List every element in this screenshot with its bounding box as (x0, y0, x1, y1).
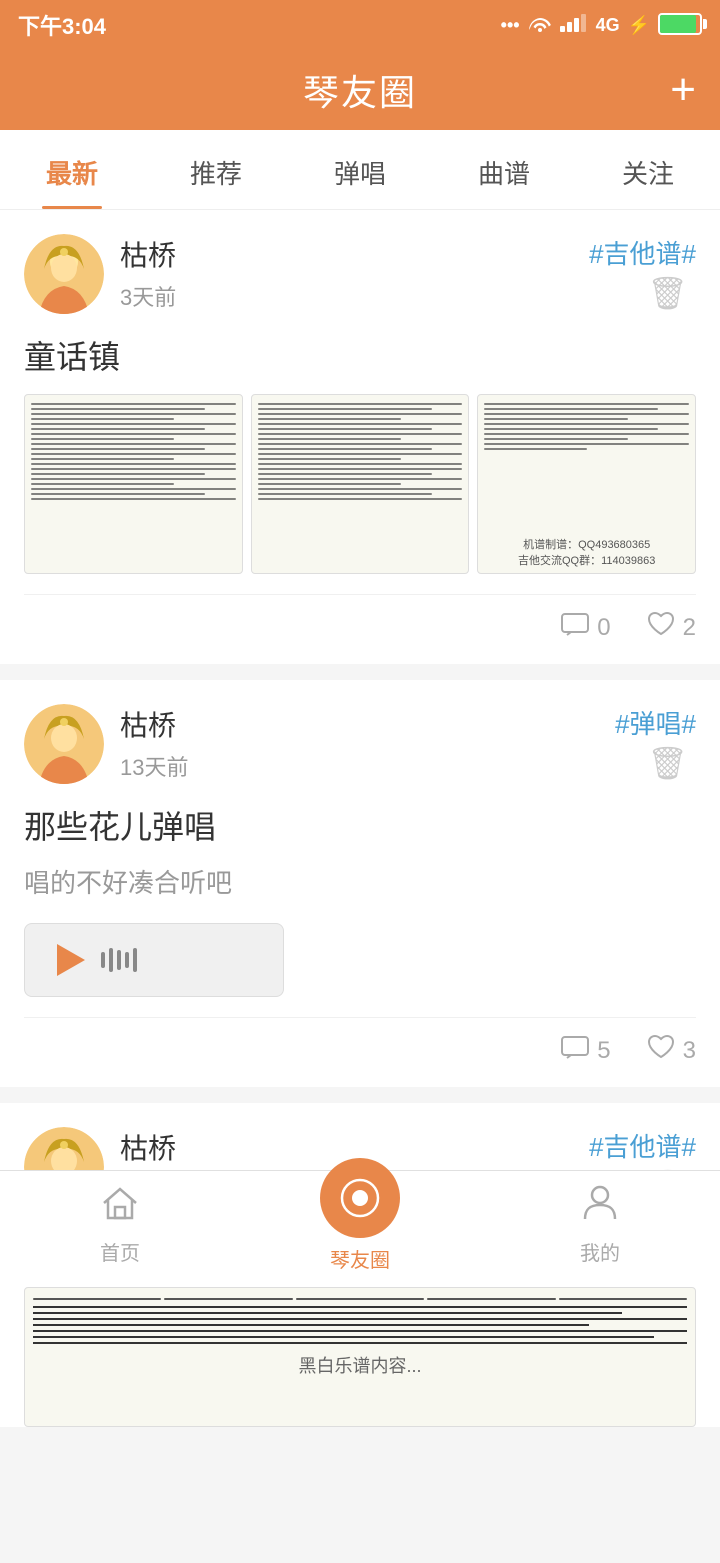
tab-sheets[interactable]: 曲谱 (432, 130, 576, 209)
tab-performance[interactable]: 弹唱 (288, 130, 432, 209)
lightning-icon: ⚡ (628, 15, 650, 36)
tab-latest[interactable]: 最新 (0, 130, 144, 209)
like-count: 3 (683, 1037, 696, 1065)
feed-content: 枯桥 #吉他谱# 3天前 🗑 童话镇 (0, 210, 720, 1563)
tab-follow[interactable]: 关注 (576, 130, 720, 209)
wave-1 (101, 952, 105, 968)
avatar[interactable] (24, 704, 104, 784)
post-tag[interactable]: #弹唱# (615, 704, 696, 741)
sheet-thumb-3[interactable]: 机谱制谱：QQ493680365 吉他交流QQ群：114039863 (477, 394, 696, 574)
avatar[interactable] (24, 234, 104, 314)
signal-bars (560, 14, 588, 37)
app-header: 琴友圈 + (0, 50, 720, 130)
comment-action[interactable]: 5 (561, 1035, 610, 1067)
comment-icon (561, 612, 589, 644)
sheet-preview[interactable]: 黑白乐谱内容... (24, 1287, 696, 1427)
post-header: 枯桥 #弹唱# 13天前 🗑 (24, 704, 696, 786)
person-icon (583, 1185, 617, 1231)
nav-home-label: 首页 (100, 1237, 140, 1266)
comment-count: 5 (597, 1037, 610, 1065)
post-footer: 0 2 (24, 594, 696, 664)
post-meta-row: 枯桥 #吉他谱# (120, 234, 696, 274)
post-meta-row: 枯桥 #吉他谱# (120, 1127, 696, 1167)
sheet-thumb-2[interactable] (251, 394, 470, 574)
status-icons: ••• 4G ⚡ (501, 13, 702, 38)
comment-count: 0 (597, 614, 610, 642)
like-icon (647, 611, 675, 644)
nav-home[interactable]: 首页 (0, 1185, 240, 1266)
post-item: 枯桥 #弹唱# 13天前 🗑 那些花儿弹唱 唱的不好凑合听吧 (0, 680, 720, 1087)
wave-3 (117, 950, 121, 970)
sound-waves (101, 948, 137, 972)
sheet-music-images: 机谱制谱：QQ493680365 吉他交流QQ群：114039863 (24, 394, 696, 574)
carrier-dots: ••• (501, 15, 520, 36)
post-tag[interactable]: #吉他谱# (589, 234, 696, 271)
watermark: 机谱制谱：QQ493680365 吉他交流QQ群：114039863 (478, 536, 695, 573)
tab-recommend[interactable]: 推荐 (144, 130, 288, 209)
wave-5 (133, 948, 137, 972)
nav-community-label: 琴友圈 (330, 1244, 390, 1273)
nav-profile[interactable]: 我的 (480, 1185, 720, 1266)
play-button[interactable] (57, 944, 85, 976)
post-header: 枯桥 #吉他谱# 3天前 🗑 (24, 234, 696, 316)
nav-profile-label: 我的 (580, 1237, 620, 1266)
tab-bar: 最新 推荐 弹唱 曲谱 关注 (0, 130, 720, 210)
header-title: 琴友圈 (303, 64, 417, 116)
status-time: 下午3:04 (18, 9, 106, 41)
post-item: 枯桥 #吉他谱# 3天前 🗑 童话镇 (0, 210, 720, 664)
post-tag[interactable]: #吉他谱# (589, 1127, 696, 1164)
network-type: 4G (596, 15, 620, 36)
post-time: 3天前 (120, 280, 176, 312)
audio-player[interactable] (24, 923, 284, 997)
post-username: 枯桥 (120, 1127, 176, 1167)
post-time-row: 13天前 🗑 (120, 744, 696, 786)
post-title: 童话镇 (24, 332, 696, 378)
status-bar: 下午3:04 ••• 4G ⚡ (0, 0, 720, 50)
nav-community[interactable]: 琴友圈 (240, 1178, 480, 1273)
wifi-icon (528, 14, 552, 37)
like-count: 2 (683, 614, 696, 642)
post-time: 13天前 (120, 750, 188, 782)
battery-indicator (658, 13, 702, 38)
wave-2 (109, 948, 113, 972)
home-icon (101, 1185, 139, 1231)
post-username: 枯桥 (120, 704, 176, 744)
like-action[interactable]: 3 (647, 1034, 696, 1067)
post-info: 枯桥 #弹唱# 13天前 🗑 (120, 704, 696, 786)
delete-button[interactable]: 🗑 (639, 740, 696, 786)
bottom-navigation: 首页 琴友圈 我的 (0, 1170, 720, 1280)
post-footer: 5 3 (24, 1017, 696, 1087)
post-subtitle: 唱的不好凑合听吧 (24, 864, 696, 903)
add-button[interactable]: + (670, 68, 696, 112)
post-title: 那些花儿弹唱 (24, 802, 696, 848)
like-icon (647, 1034, 675, 1067)
post-time-row: 3天前 🗑 (120, 274, 696, 316)
community-button[interactable] (320, 1158, 400, 1238)
wave-4 (125, 952, 129, 968)
like-action[interactable]: 2 (647, 611, 696, 644)
post-info: 枯桥 #吉他谱# 3天前 🗑 (120, 234, 696, 316)
sheet-thumb-1[interactable] (24, 394, 243, 574)
post-meta-row: 枯桥 #弹唱# (120, 704, 696, 744)
delete-button[interactable]: 🗑 (639, 270, 696, 316)
post-username: 枯桥 (120, 234, 176, 274)
comment-action[interactable]: 0 (561, 612, 610, 644)
comment-icon (561, 1035, 589, 1067)
